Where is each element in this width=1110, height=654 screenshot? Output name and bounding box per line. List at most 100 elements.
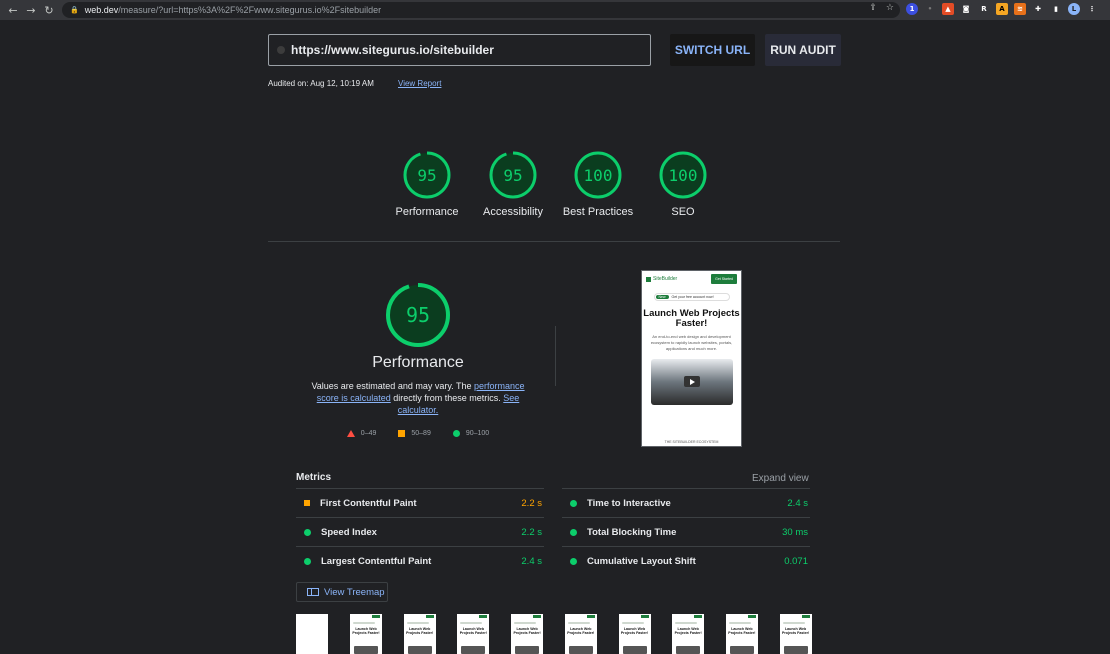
extensions-bar: 1 • ▲ ◙ R A ≋ ✚ ▮ L ⋮ [906, 3, 1098, 15]
lock-icon: 🔒 [70, 6, 79, 14]
gauge-ring: 95 [489, 151, 537, 199]
filmstrip-frame: Launch Web Projects Faster! [457, 614, 490, 654]
filmstrip: Launch Web Projects Faster! Launch Web Pr… [296, 614, 816, 654]
score-legend: 0–49 50–89 90–100 [300, 430, 536, 437]
gauge-score: 95 [417, 166, 436, 185]
metrics-header: Metrics [296, 472, 332, 483]
filmstrip-frame: Launch Web Projects Faster! [725, 614, 758, 654]
gauge-label: Performance [395, 206, 459, 218]
metric-row: First Contentful Paint 2.2 s [296, 488, 544, 517]
frame-heading: Launch Web Projects Faster! [728, 627, 756, 635]
menu-kebab-icon[interactable]: ⋮ [1086, 3, 1098, 15]
pass-circle-icon [570, 528, 577, 536]
view-report-link[interactable]: View Report [398, 79, 441, 88]
final-screenshot: SiteBuilder Get Started New Get your free… [641, 270, 742, 447]
frame-heading: Launch Web Projects Faster! [352, 627, 380, 635]
fail-triangle-icon [346, 430, 355, 437]
sidepanel-icon[interactable]: ▮ [1050, 3, 1062, 15]
preview-footer: THE SITEBUILDER ECOSYSTEM [664, 440, 719, 444]
score-gauge-best-practices[interactable]: 100 Best Practices [555, 150, 641, 218]
extension-camera-icon[interactable]: ◙ [960, 3, 972, 15]
frame-heading: Launch Web Projects Faster! [782, 627, 810, 635]
metric-value: 2.2 s [521, 497, 542, 509]
profile-avatar[interactable]: L [1068, 3, 1080, 15]
metric-value: 2.4 s [521, 555, 542, 567]
extension-dim-icon[interactable]: • [924, 3, 936, 15]
url-favicon-icon [277, 46, 285, 54]
section-divider [268, 241, 840, 242]
score-gauge-performance[interactable]: 95 Performance [384, 150, 470, 218]
treemap-icon [307, 588, 319, 596]
reload-icon[interactable]: ↻ [40, 1, 58, 19]
filmstrip-frame: Launch Web Projects Faster! [779, 614, 812, 654]
measure-page: https://www.sitegurus.io/sitebuilder SWI… [0, 20, 1110, 654]
frame-heading: Launch Web Projects Faster! [620, 627, 649, 635]
filmstrip-frame: Launch Web Projects Faster! [511, 614, 544, 654]
frame-heading: Launch Web Projects Faster! [459, 627, 487, 635]
metric-row: Cumulative Layout Shift 0.071 [562, 546, 810, 575]
switch-url-button[interactable]: SWITCH URL [670, 34, 755, 66]
gauge-label: SEO [671, 206, 695, 218]
expand-view-toggle[interactable]: Expand view [752, 473, 809, 484]
view-treemap-button[interactable]: View Treemap [296, 582, 388, 602]
pass-circle-icon [570, 499, 577, 507]
filmstrip-frame: Launch Web Projects Faster! [672, 614, 705, 654]
metric-name: Total Blocking Time [587, 526, 677, 538]
back-icon[interactable]: ← [4, 1, 22, 19]
metric-value: 2.2 s [521, 526, 542, 538]
audit-url-input[interactable]: https://www.sitegurus.io/sitebuilder [268, 34, 651, 66]
legend-pass: 90–100 [465, 430, 490, 437]
frame-heading: Launch Web Projects Faster! [567, 627, 595, 635]
run-audit-button[interactable]: RUN AUDIT [765, 34, 841, 66]
treemap-label: View Treemap [324, 586, 385, 598]
filmstrip-frame: Launch Web Projects Faster! [350, 614, 382, 654]
filmstrip-frame: Launch Web Projects Faster! [403, 614, 436, 654]
pass-circle-icon [452, 430, 460, 437]
extensions-puzzle-icon[interactable]: ✚ [1032, 3, 1044, 15]
extension-r-icon[interactable]: R [978, 3, 990, 15]
pass-circle-icon [304, 528, 311, 536]
browser-toolbar: ← → ↻ 🔒 web.dev/measure/?url=https%3A%2F… [0, 0, 1110, 20]
extension-a-icon[interactable]: A [996, 3, 1008, 15]
filmstrip-frame [296, 614, 328, 654]
extension-orange-icon[interactable]: ▲ [942, 3, 954, 15]
extension-1password-icon[interactable]: 1 [906, 3, 918, 15]
gauge-ring: 95 [403, 151, 451, 199]
average-square-icon [398, 430, 406, 437]
gauge-score: 95 [503, 166, 522, 185]
score-gauge-seo[interactable]: 100 SEO [640, 150, 726, 218]
bookmark-star-icon[interactable]: ☆ [886, 3, 894, 13]
pass-circle-icon [570, 557, 577, 565]
vertical-divider [555, 326, 556, 386]
score-gauge-accessibility[interactable]: 95 Accessibility [470, 150, 556, 218]
frame-heading: Launch Web Projects Faster! [674, 627, 702, 635]
forward-icon[interactable]: → [22, 1, 40, 19]
frame-heading: Launch Web Projects Faster! [513, 627, 541, 635]
gauge-label: Accessibility [483, 206, 543, 218]
play-icon [683, 376, 700, 387]
extension-rss-icon[interactable]: ≋ [1014, 3, 1026, 15]
gauge-label: Best Practices [562, 206, 634, 218]
desc-text-2: directly from these metrics. [390, 393, 504, 403]
address-bar[interactable]: 🔒 web.dev/measure/?url=https%3A%2F%2Fwww… [62, 2, 900, 18]
average-square-icon [304, 500, 310, 506]
score-gauges: 95 Performance 95 Accessibility 100 Best Prac… [384, 150, 724, 230]
metric-name: First Contentful Paint [320, 497, 417, 509]
gauge-ring: 100 [574, 151, 622, 199]
performance-summary: 95 Performance Values are estimated and … [300, 282, 536, 437]
metric-name: Largest Contentful Paint [321, 555, 432, 567]
performance-big-gauge: 95 [386, 283, 450, 347]
gauge-score: 100 [669, 166, 698, 185]
preview-heading: Launch Web Projects Faster! [643, 308, 740, 329]
performance-description: Values are estimated and may vary. The p… [300, 380, 536, 416]
metric-name: Speed Index [321, 526, 377, 538]
url-path: /measure/?url=https%3A%2F%2Fwww.siteguru… [118, 5, 382, 15]
legend-average: 50–89 [411, 430, 431, 437]
performance-title: Performance [372, 354, 464, 371]
metric-value: 30 ms [782, 526, 808, 538]
preview-paragraph: An end-to-end web design and development… [650, 334, 733, 351]
metric-value: 2.4 s [787, 497, 808, 509]
share-icon[interactable]: ⇪ [869, 3, 877, 13]
preview-logo-text: SiteBuilder [653, 276, 678, 282]
audited-timestamp: Audited on: Aug 12, 10:19 AM [268, 79, 374, 88]
